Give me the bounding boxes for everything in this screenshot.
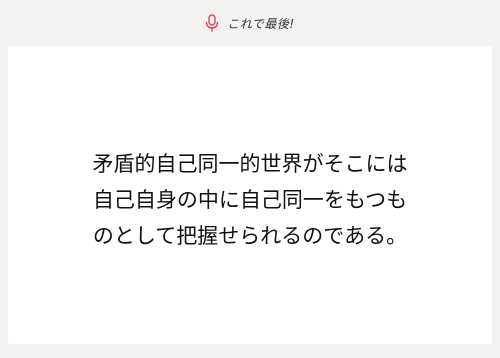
reading-text: 矛盾的自己同一的世界がそこには 自己自身の中に自己同一をもつも のとして把握せら… bbox=[93, 146, 408, 254]
prompt-header: これで最後! bbox=[0, 0, 500, 46]
header-label: これで最後! bbox=[227, 16, 295, 31]
reading-line-3: のとして把握せられるのである。 bbox=[92, 224, 408, 248]
reading-line-1: 矛盾的自己同一的世界がそこには bbox=[92, 152, 408, 176]
microphone-icon bbox=[205, 14, 219, 32]
reading-card: 矛盾的自己同一的世界がそこには 自己自身の中に自己同一をもつも のとして把握せら… bbox=[8, 46, 492, 344]
reading-line-2: 自己自身の中に自己同一をもつも bbox=[92, 188, 408, 212]
